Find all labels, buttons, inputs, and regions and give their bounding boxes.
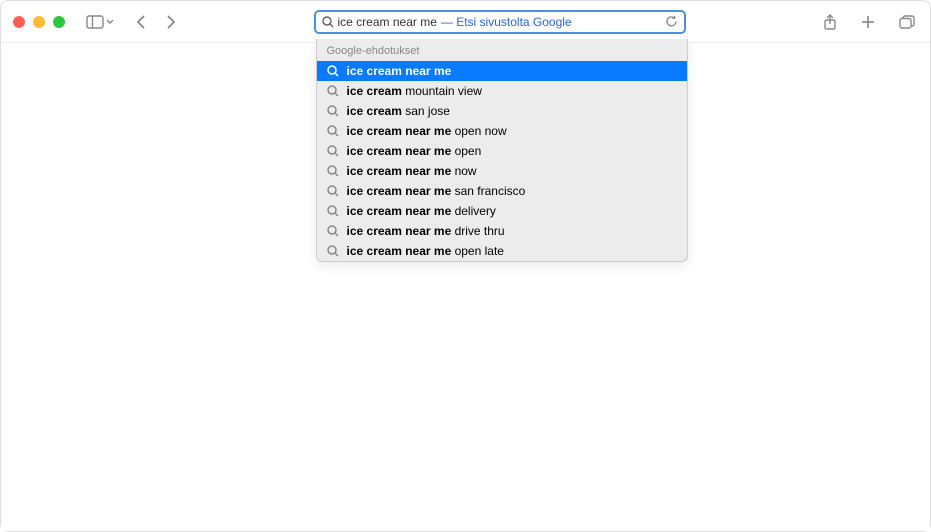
suggestion-item[interactable]: ice cream near me open late (317, 241, 687, 261)
suggestion-text: ice cream near me san francisco (347, 184, 526, 198)
share-icon (823, 13, 837, 31)
suggestion-text: ice cream near me delivery (347, 204, 496, 218)
chevron-right-icon (166, 14, 176, 30)
suggestion-item[interactable]: ice cream mountain view (317, 81, 687, 101)
chevron-left-icon (136, 14, 146, 30)
address-hint-text: — Etsi sivustolta Google (441, 15, 572, 29)
address-query-text: ice cream near me (338, 15, 437, 29)
toolbar: ice cream near me — Etsi sivustolta Goog… (1, 1, 930, 43)
nav-buttons (133, 11, 179, 33)
suggestion-item[interactable]: ice cream san jose (317, 101, 687, 121)
search-icon (327, 205, 339, 217)
window-controls (13, 16, 65, 28)
tabs-icon (899, 15, 915, 29)
close-window-button[interactable] (13, 16, 25, 28)
search-icon (327, 85, 339, 97)
suggestion-text: ice cream mountain view (347, 84, 482, 98)
suggestion-text: ice cream near me open late (347, 244, 504, 258)
search-icon (327, 145, 339, 157)
search-icon (327, 125, 339, 137)
search-icon (322, 16, 334, 28)
tabs-overview-button[interactable] (896, 12, 918, 32)
suggestions-dropdown: Google-ehdotukset ice cream near me ice c… (316, 39, 688, 262)
search-icon (327, 105, 339, 117)
search-icon (327, 65, 339, 77)
suggestion-item[interactable]: ice cream near me open (317, 141, 687, 161)
suggestion-item[interactable]: ice cream near me delivery (317, 201, 687, 221)
suggestion-item[interactable]: ice cream near me san francisco (317, 181, 687, 201)
search-icon (327, 245, 339, 257)
suggestion-item[interactable]: ice cream near me (317, 61, 687, 81)
search-icon (327, 185, 339, 197)
chevron-down-icon (106, 19, 114, 24)
suggestion-item[interactable]: ice cream near me drive thru (317, 221, 687, 241)
sidebar-icon (86, 15, 104, 29)
forward-button[interactable] (163, 11, 179, 33)
minimize-window-button[interactable] (33, 16, 45, 28)
back-button[interactable] (133, 11, 149, 33)
reload-icon[interactable] (665, 15, 678, 28)
plus-icon (861, 15, 875, 29)
suggestions-header: Google-ehdotukset (317, 39, 687, 61)
suggestion-item[interactable]: ice cream near me now (317, 161, 687, 181)
suggestion-text: ice cream near me now (347, 164, 477, 178)
suggestion-text: ice cream san jose (347, 104, 450, 118)
address-bar[interactable]: ice cream near me — Etsi sivustolta Goog… (314, 10, 686, 34)
suggestion-text: ice cream near me open now (347, 124, 507, 138)
address-wrapper: ice cream near me — Etsi sivustolta Goog… (195, 10, 804, 34)
suggestion-text: ice cream near me drive thru (347, 224, 505, 238)
maximize-window-button[interactable] (53, 16, 65, 28)
search-icon (327, 225, 339, 237)
search-icon (327, 165, 339, 177)
new-tab-button[interactable] (858, 12, 878, 32)
suggestion-text: ice cream near me open (347, 144, 482, 158)
share-button[interactable] (820, 10, 840, 34)
sidebar-toggle-button[interactable] (83, 12, 117, 32)
toolbar-right-group (820, 10, 918, 34)
suggestion-text: ice cream near me (347, 64, 452, 78)
suggestion-item[interactable]: ice cream near me open now (317, 121, 687, 141)
